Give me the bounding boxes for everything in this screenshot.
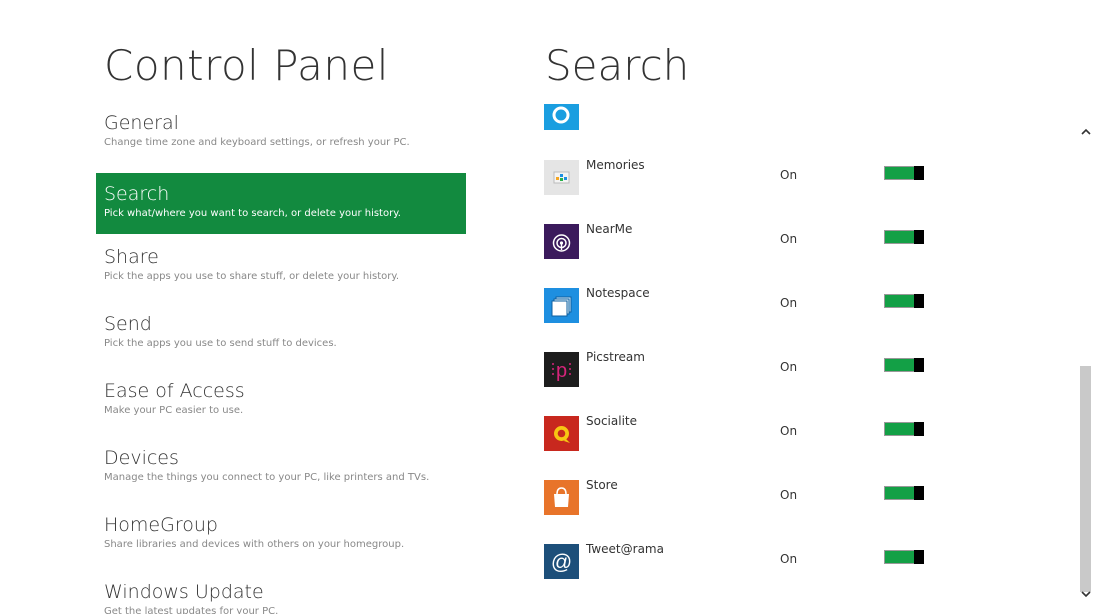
category-desc: Share libraries and devices with others … [104, 539, 405, 550]
app-row-notespace: Notespace On [544, 286, 1064, 328]
category-desc: Make your PC easier to use. [104, 405, 244, 416]
app-tile-icon [544, 104, 579, 130]
category-general[interactable]: General Change time zone and keyboard se… [96, 106, 466, 167]
category-name: Windows Update [104, 581, 264, 603]
toggle-knob [914, 294, 924, 308]
tweetrama-icon: @ [544, 544, 579, 579]
category-homegroup[interactable]: HomeGroup Share libraries and devices wi… [96, 508, 466, 569]
app-status: On [780, 232, 798, 246]
notespace-search-toggle[interactable] [884, 294, 924, 308]
chevron-up-icon [1080, 128, 1091, 135]
category-desc: Manage the things you connect to your PC… [104, 472, 430, 483]
app-name: Memories [586, 158, 645, 172]
toggle-knob [914, 166, 924, 180]
app-row-tweetrama: @ Tweet@rama On [544, 542, 1064, 584]
app-row-picstream: p Picstream On [544, 350, 1064, 392]
socialite-icon [544, 416, 579, 451]
store-search-toggle[interactable] [884, 486, 924, 500]
vertical-scrollbar[interactable] [1078, 118, 1093, 614]
svg-text:@: @ [551, 551, 572, 574]
category-name: HomeGroup [104, 514, 218, 536]
toggle-knob [914, 358, 924, 372]
section-title: Search [545, 41, 690, 90]
category-desc: Pick what/where you want to search, or d… [104, 208, 401, 219]
category-windows-update[interactable]: Windows Update Get the latest updates fo… [96, 575, 466, 614]
app-status: On [780, 360, 798, 374]
app-row-socialite: Socialite On [544, 414, 1064, 456]
app-status: On [780, 424, 798, 438]
scroll-thumb[interactable] [1080, 365, 1091, 592]
scroll-track[interactable] [1080, 144, 1091, 592]
chevron-down-icon [1080, 591, 1091, 598]
notespace-icon [544, 288, 579, 323]
app-name: NearMe [586, 222, 633, 236]
nearme-icon [544, 224, 579, 259]
toggle-knob [914, 550, 924, 564]
category-send[interactable]: Send Pick the apps you use to send stuff… [96, 307, 466, 368]
app-status: On [780, 488, 798, 502]
tweetrama-search-toggle[interactable] [884, 550, 924, 564]
partial-app-tile [544, 104, 579, 130]
picstream-icon: p [544, 352, 579, 387]
memories-icon [544, 160, 579, 195]
memories-search-toggle[interactable] [884, 166, 924, 180]
category-devices[interactable]: Devices Manage the things you connect to… [96, 441, 466, 502]
socialite-search-toggle[interactable] [884, 422, 924, 436]
app-name: Picstream [586, 350, 645, 364]
category-desc: Get the latest updates for your PC. [104, 606, 279, 614]
app-list: Memories On NearMe On Notespace On p Pic… [544, 104, 1064, 614]
scroll-up-arrow[interactable] [1078, 122, 1093, 142]
svg-text:p: p [556, 360, 567, 382]
category-desc: Change time zone and keyboard settings, … [104, 137, 410, 148]
category-name: Ease of Access [104, 380, 245, 402]
toggle-knob [914, 422, 924, 436]
app-row-nearme: NearMe On [544, 222, 1064, 264]
app-status: On [780, 168, 798, 182]
category-desc: Pick the apps you use to share stuff, or… [104, 271, 400, 282]
scroll-down-arrow[interactable] [1078, 584, 1093, 604]
app-name: Notespace [586, 286, 650, 300]
app-status: On [780, 552, 798, 566]
toggle-knob [914, 230, 924, 244]
app-row-store: Store On [544, 478, 1064, 520]
store-icon [544, 480, 579, 515]
app-status: On [780, 296, 798, 310]
category-name: Devices [104, 447, 179, 469]
category-name: Share [104, 246, 159, 268]
category-list: General Change time zone and keyboard se… [96, 106, 466, 614]
category-name: Search [104, 183, 170, 205]
picstream-search-toggle[interactable] [884, 358, 924, 372]
app-name: Tweet@rama [586, 542, 664, 556]
page-title: Control Panel [104, 41, 389, 90]
category-ease-of-access[interactable]: Ease of Access Make your PC easier to us… [96, 374, 466, 435]
toggle-knob [914, 486, 924, 500]
app-name: Store [586, 478, 618, 492]
category-share[interactable]: Share Pick the apps you use to share stu… [96, 240, 466, 301]
app-row-memories: Memories On [544, 158, 1064, 200]
category-desc: Pick the apps you use to send stuff to d… [104, 338, 337, 349]
nearme-search-toggle[interactable] [884, 230, 924, 244]
category-search[interactable]: Search Pick what/where you want to searc… [96, 173, 466, 234]
category-name: Send [104, 313, 152, 335]
app-name: Socialite [586, 414, 637, 428]
category-name: General [104, 112, 179, 134]
